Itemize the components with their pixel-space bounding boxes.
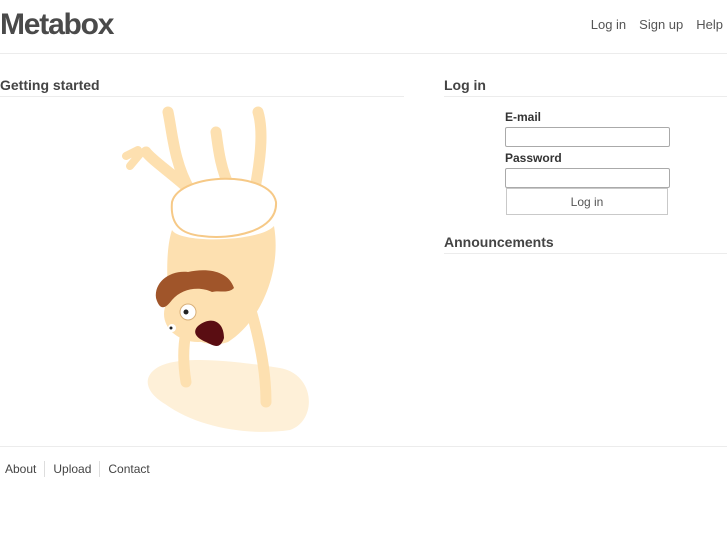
handstand-character-illustration [122,106,309,432]
announcements-heading: Announcements [444,234,727,254]
footer-about-link[interactable]: About [5,461,44,477]
login-button[interactable]: Log in [506,188,668,215]
getting-started-heading: Getting started [0,77,404,97]
footer-contact-link[interactable]: Contact [99,461,157,477]
nav-login-link[interactable]: Log in [591,17,626,32]
site-logo[interactable]: Metabox [0,8,115,42]
top-nav: Log in Sign up Help [591,17,723,32]
nav-signup-link[interactable]: Sign up [639,17,683,32]
email-field[interactable] [505,127,670,147]
login-heading: Log in [444,77,727,97]
password-label: Password [505,151,562,165]
login-form: E-mail Password Log in [505,110,671,215]
site-header: Metabox Log in Sign up Help [0,0,727,54]
password-field[interactable] [505,168,670,188]
footer-nav: About Upload Contact [5,461,158,477]
site-footer: About Upload Contact [0,446,727,477]
nav-help-link[interactable]: Help [696,17,723,32]
footer-upload-link[interactable]: Upload [44,461,99,477]
email-label: E-mail [505,110,542,124]
